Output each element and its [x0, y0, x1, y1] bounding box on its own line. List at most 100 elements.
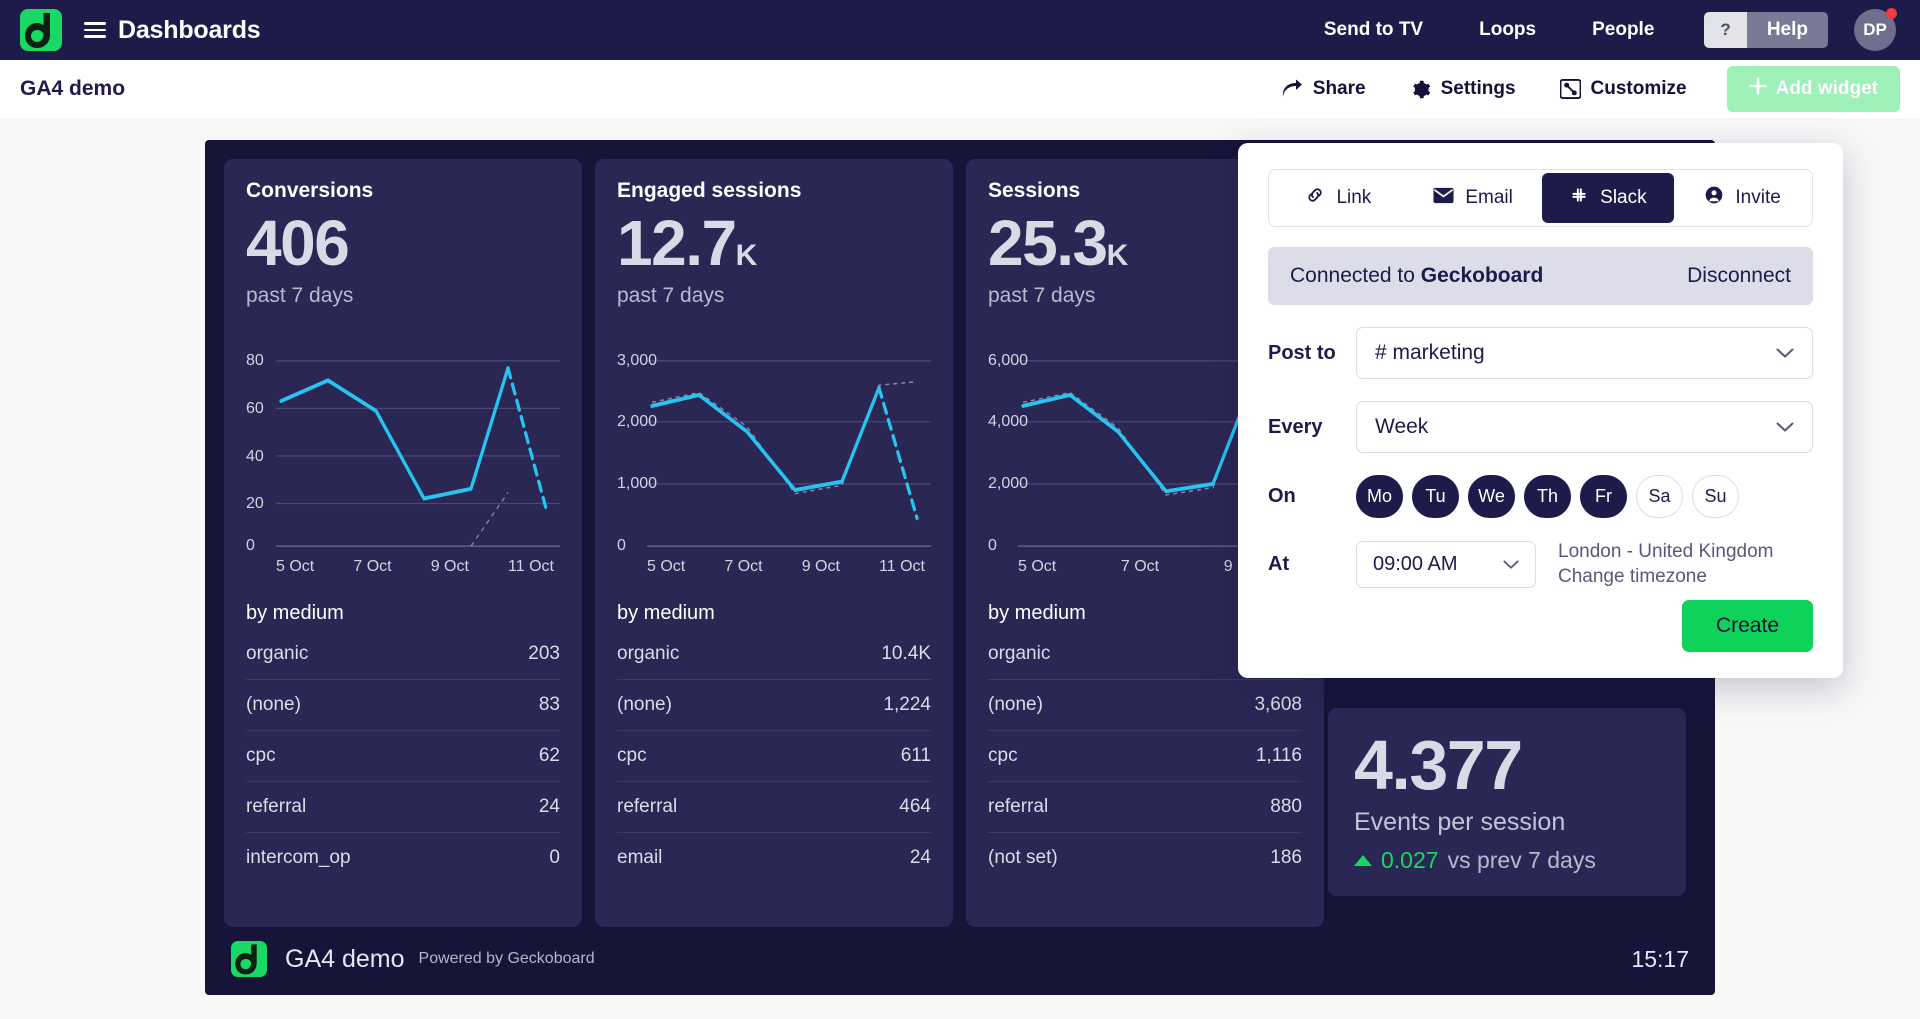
arrow-up-icon — [1354, 855, 1372, 866]
kpi-delta-value: 0.027 — [1381, 847, 1439, 874]
list-item-value: 611 — [901, 745, 931, 767]
share-popover: Link Email Slack Invite — [1238, 143, 1843, 678]
list-item-value: 10.4K — [881, 643, 931, 665]
list-item: organic 10.4K — [617, 629, 931, 680]
nav-link-loops[interactable]: Loops — [1451, 19, 1564, 41]
customize-label: Customize — [1591, 78, 1687, 100]
x-tick-label: 7 Oct — [353, 558, 391, 576]
list-item-label: organic — [617, 643, 679, 665]
tab-slack[interactable]: Slack — [1542, 173, 1675, 223]
day-toggle-sa[interactable]: Sa — [1636, 475, 1683, 518]
toolbar-actions: Share Settings Customize Add widget — [1259, 66, 1900, 112]
list-item: cpc 611 — [617, 731, 931, 782]
day-toggle-mo[interactable]: Mo — [1356, 475, 1403, 518]
x-tick-label: 5 Oct — [1018, 558, 1056, 576]
list-item: (not set) 186 — [988, 833, 1302, 883]
post-to-channel-select[interactable]: # marketing — [1356, 327, 1813, 379]
widget-card-engaged-sessions[interactable]: Engaged sessions 12.7K past 7 days 3,000… — [595, 159, 953, 927]
settings-label: Settings — [1441, 78, 1516, 100]
post-to-label: Post to — [1268, 342, 1356, 365]
help-button[interactable]: Help — [1747, 12, 1828, 48]
connection-prefix: Connected to — [1290, 264, 1421, 287]
chevron-down-icon — [1776, 415, 1794, 439]
widget-title: Conversions — [246, 179, 560, 203]
y-tick-label: 0 — [246, 537, 255, 555]
widget-card-conversions[interactable]: Conversions 406 past 7 days 80 60 — [224, 159, 582, 927]
list-item-label: email — [617, 847, 662, 869]
create-button[interactable]: Create — [1682, 600, 1813, 652]
list-item-label: referral — [988, 796, 1048, 818]
y-tick-label: 0 — [988, 537, 997, 555]
nav-link-people[interactable]: People — [1564, 19, 1682, 41]
day-toggle-fr[interactable]: Fr — [1580, 475, 1627, 518]
tab-email-label: Email — [1465, 187, 1513, 209]
top-nav-actions: Send to TV Loops People ? Help DP — [1296, 9, 1900, 51]
list-item: intercom_op 0 — [246, 833, 560, 883]
dashboards-menu[interactable]: Dashboards — [84, 16, 260, 45]
page-title: GA4 demo — [20, 77, 125, 101]
frequency-select[interactable]: Week — [1356, 401, 1813, 453]
list-item: email 24 — [617, 833, 931, 883]
gear-icon — [1410, 79, 1431, 100]
kpi-delta-text: vs prev 7 days — [1448, 847, 1596, 874]
avatar-wrapper[interactable]: DP — [1854, 9, 1896, 51]
tab-slack-label: Slack — [1600, 187, 1646, 209]
list-item-label: referral — [617, 796, 677, 818]
day-toggle-su[interactable]: Su — [1692, 475, 1739, 518]
tab-invite[interactable]: Invite — [1676, 173, 1809, 223]
day-toggle-tu[interactable]: Tu — [1412, 475, 1459, 518]
geckoboard-logo[interactable] — [20, 9, 62, 51]
add-widget-label: Add widget — [1776, 78, 1878, 100]
at-time-row: At 09:00 AM London - United Kingdom Chan… — [1268, 540, 1813, 589]
list-item: (none) 3,608 — [988, 680, 1302, 731]
disconnect-button[interactable]: Disconnect — [1687, 264, 1791, 288]
list-item: (none) 83 — [246, 680, 560, 731]
y-tick-label: 2,000 — [988, 475, 1028, 493]
list-item-label: (none) — [988, 694, 1043, 716]
list-item: organic 203 — [246, 629, 560, 680]
widget-title: Engaged sessions — [617, 179, 931, 203]
help-question-button[interactable]: ? — [1704, 12, 1746, 48]
day-toggle-th[interactable]: Th — [1524, 475, 1571, 518]
post-to-value: # marketing — [1375, 341, 1485, 365]
dashboard-toolbar: GA4 demo Share Settings Customize Add wi… — [0, 60, 1920, 118]
tab-email[interactable]: Email — [1407, 173, 1540, 223]
list-item-label: cpc — [988, 745, 1018, 767]
timezone-value: London - United Kingdom — [1558, 540, 1773, 565]
list-item-value: 24 — [539, 796, 560, 818]
y-tick-label: 20 — [246, 495, 264, 513]
list-item-label: cpc — [617, 745, 647, 767]
link-icon — [1305, 185, 1325, 211]
list-item-label: referral — [246, 796, 306, 818]
x-axis-labels: 5 Oct 7 Oct 9 Oct 11 Oct — [617, 551, 931, 576]
x-tick-label: 7 Oct — [1121, 558, 1159, 576]
customize-button[interactable]: Customize — [1538, 78, 1709, 100]
line-chart-engaged-sessions: 3,000 2,000 1,000 0 — [617, 356, 931, 551]
list-item-label: organic — [988, 643, 1050, 665]
customize-layout-icon — [1560, 79, 1581, 99]
widget-card-events-per-session[interactable]: 4.377 Events per session 0.027 vs prev 7… — [1328, 708, 1686, 896]
add-widget-button[interactable]: Add widget — [1727, 66, 1900, 112]
footer-clock: 15:17 — [1631, 946, 1689, 973]
person-icon — [1704, 185, 1724, 211]
list-title: by medium — [617, 602, 931, 625]
y-tick-label: 80 — [246, 352, 264, 370]
plus-icon — [1749, 77, 1767, 101]
change-timezone-link[interactable]: Change timezone — [1558, 565, 1773, 590]
nav-link-send-to-tv[interactable]: Send to TV — [1296, 19, 1451, 41]
x-tick-label: 5 Oct — [647, 558, 685, 576]
list-item-label: (not set) — [988, 847, 1058, 869]
tab-link[interactable]: Link — [1272, 173, 1405, 223]
connection-status-text: Connected to Geckoboard — [1290, 264, 1543, 288]
y-tick-label: 3,000 — [617, 352, 657, 370]
time-select[interactable]: 09:00 AM — [1356, 541, 1536, 588]
day-toggle-we[interactable]: We — [1468, 475, 1515, 518]
help-group: ? Help — [1704, 12, 1828, 48]
list-item-label: (none) — [246, 694, 301, 716]
settings-button[interactable]: Settings — [1388, 78, 1538, 100]
list-item: cpc 62 — [246, 731, 560, 782]
post-to-row: Post to # marketing — [1268, 327, 1813, 379]
share-button[interactable]: Share — [1259, 78, 1388, 100]
list-item-value: 83 — [539, 694, 560, 716]
top-navigation-bar: Dashboards Send to TV Loops People ? Hel… — [0, 0, 1920, 60]
